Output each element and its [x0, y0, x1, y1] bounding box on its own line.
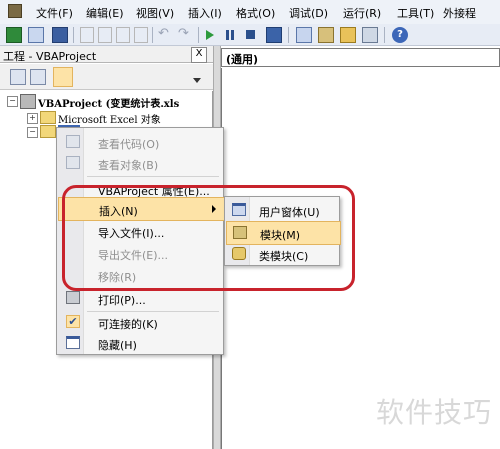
- project-explorer-icon[interactable]: [296, 27, 312, 43]
- object-browser-icon[interactable]: [340, 27, 356, 43]
- cut-icon[interactable]: [80, 27, 94, 43]
- close-icon[interactable]: X: [191, 47, 207, 63]
- menu-bar: 文件(F) 编辑(E) 视图(V) 插入(I) 格式(O) 调试(D) 运行(R…: [0, 0, 500, 24]
- menu-insert[interactable]: 插入(I): [188, 5, 222, 21]
- folder-icon: [40, 111, 56, 124]
- help-icon[interactable]: ?: [392, 27, 408, 43]
- tree-excel-objects[interactable]: Microsoft Excel 对象: [58, 111, 161, 126]
- collapse-icon[interactable]: −: [7, 96, 18, 107]
- object-combo-value: (通用): [226, 53, 259, 66]
- save-icon[interactable]: [52, 27, 68, 43]
- toolbar-separator: [198, 27, 199, 43]
- find-icon[interactable]: [134, 27, 148, 43]
- menu-item-label: 可连接的(K): [98, 318, 158, 331]
- menu-debug[interactable]: 调试(D): [289, 5, 328, 21]
- menu-item-label: 隐藏(H): [98, 339, 137, 352]
- view-code-icon[interactable]: [10, 69, 26, 85]
- run-icon[interactable]: [206, 30, 214, 40]
- project-panel-title: 工程 - VBAProject: [3, 50, 97, 63]
- folder-open-icon: [40, 125, 56, 138]
- view-object-icon[interactable]: [30, 69, 46, 85]
- view-code-icon: [66, 135, 80, 148]
- properties-icon[interactable]: [318, 27, 334, 43]
- excel-view-icon[interactable]: [6, 27, 22, 43]
- toolbar-separator: [152, 27, 153, 43]
- watermark: 软件技巧: [375, 396, 492, 429]
- collapse-icon[interactable]: −: [27, 127, 38, 138]
- menu-item-dockable[interactable]: ✔ 可连接的(K): [58, 311, 223, 333]
- menu-item-label: 查看对象(B): [98, 159, 159, 172]
- menu-format[interactable]: 格式(O): [236, 5, 275, 21]
- menu-item-hide[interactable]: 隐藏(H): [58, 332, 223, 354]
- menu-run[interactable]: 运行(R): [343, 5, 381, 21]
- toolbar-separator: [73, 27, 74, 43]
- menu-file[interactable]: 文件(F): [36, 5, 73, 21]
- copy-icon[interactable]: [98, 27, 112, 43]
- toolbar-separator: [384, 27, 385, 43]
- paste-icon[interactable]: [116, 27, 130, 43]
- menu-item-label: 查看代码(O): [98, 138, 160, 151]
- redo-icon[interactable]: ↷: [178, 27, 194, 43]
- undo-icon[interactable]: ↶: [158, 27, 174, 43]
- pause-icon[interactable]: [226, 30, 234, 40]
- menu-item-view-code[interactable]: 查看代码(O): [58, 131, 223, 153]
- project-panel-header: 工程 - VBAProject X: [0, 46, 213, 63]
- menu-view[interactable]: 视图(V): [136, 5, 174, 21]
- menu-tools[interactable]: 工具(T): [397, 5, 434, 21]
- object-combo[interactable]: (通用): [221, 48, 500, 67]
- hide-window-icon: [66, 336, 80, 349]
- toolbox-icon[interactable]: [362, 27, 378, 43]
- insert-userform-icon[interactable]: [28, 27, 44, 43]
- menu-addins[interactable]: 外接程: [443, 5, 476, 21]
- vbaproject-icon: [20, 94, 36, 109]
- tree-vbaproject[interactable]: VBAProject (变更统计表.xls: [38, 95, 179, 110]
- toolbar-separator: [288, 27, 289, 43]
- vba-app-icon: [8, 4, 22, 18]
- design-mode-icon[interactable]: [266, 27, 282, 43]
- menu-separator: [87, 176, 219, 177]
- printer-icon: [66, 291, 80, 304]
- menu-edit[interactable]: 编辑(E): [86, 5, 124, 21]
- view-object-icon: [66, 156, 80, 169]
- project-panel-toolbar: [0, 64, 213, 90]
- toggle-folders-icon[interactable]: [53, 67, 73, 87]
- standard-toolbar: ↶ ↷ ?: [0, 24, 500, 46]
- scroll-arrow-icon[interactable]: [193, 78, 201, 83]
- menu-item-label: 打印(P)...: [98, 294, 146, 307]
- highlight-annotation: [62, 185, 355, 291]
- checkmark-icon: ✔: [66, 315, 80, 328]
- stop-icon[interactable]: [246, 30, 255, 39]
- menu-item-view-object[interactable]: 查看对象(B): [58, 152, 223, 174]
- expand-icon[interactable]: +: [27, 113, 38, 124]
